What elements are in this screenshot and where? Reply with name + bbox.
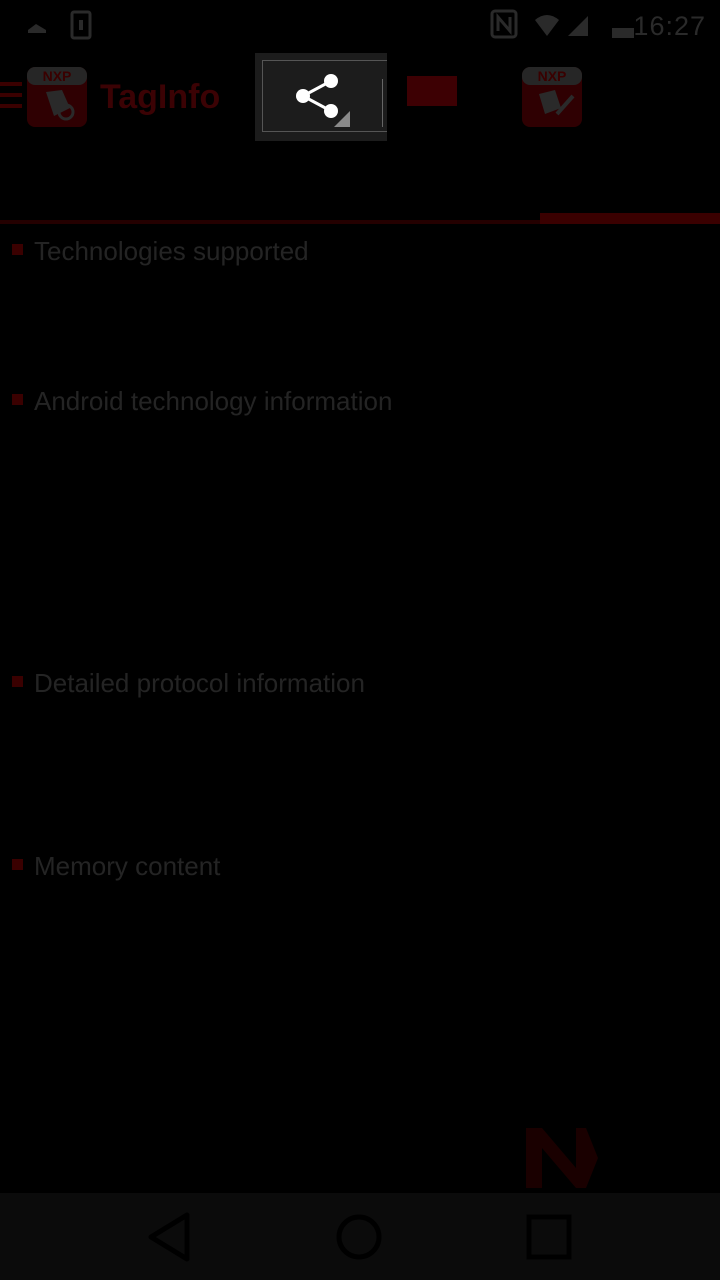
nfc-watermark-icon — [526, 1128, 598, 1188]
status-bar: 16:27 — [0, 0, 720, 50]
bullet — [12, 394, 23, 405]
battery-icon — [612, 28, 634, 38]
recents-icon[interactable] — [521, 1209, 577, 1265]
dropdown-corner-icon — [334, 111, 350, 127]
wifi-icon — [535, 15, 559, 36]
bullet — [12, 859, 23, 870]
section-label: Android technology information — [34, 386, 393, 416]
section-memory-content[interactable]: Memory content — [0, 849, 720, 889]
svg-text:NXP: NXP — [43, 68, 72, 84]
status-time: 16:27 — [633, 11, 706, 41]
tab-active-indicator[interactable] — [540, 213, 720, 224]
back-icon[interactable] — [143, 1209, 199, 1265]
section-protocol-info[interactable]: Detailed protocol information — [0, 666, 720, 706]
bullet — [12, 676, 23, 687]
section-label: Memory content — [34, 851, 221, 881]
notification-icon — [28, 24, 46, 33]
section-label: Technologies supported — [34, 236, 309, 266]
nxp-taginfo-logo-icon[interactable]: NXP — [26, 66, 88, 128]
action-button[interactable] — [407, 76, 457, 106]
share-divider — [382, 79, 383, 127]
section-technologies[interactable]: Technologies supported — [0, 234, 720, 274]
hamburger-menu-icon[interactable] — [0, 82, 22, 108]
section-label: Detailed protocol information — [34, 668, 365, 698]
share-icon[interactable] — [293, 73, 339, 119]
sim-icon — [70, 10, 92, 40]
navigation-bar — [0, 1193, 720, 1280]
home-icon[interactable] — [331, 1209, 387, 1265]
section-android-info[interactable]: Android technology information — [0, 384, 720, 424]
signal-icon — [568, 16, 588, 36]
nxp-tagwriter-logo-icon[interactable]: NXP — [521, 66, 583, 128]
svg-text:NXP: NXP — [538, 68, 567, 84]
nfc-icon — [490, 9, 518, 39]
share-button[interactable] — [262, 60, 387, 132]
share-popup[interactable] — [255, 53, 387, 141]
app-title: TagInfo — [100, 78, 221, 116]
bullet — [12, 244, 23, 255]
